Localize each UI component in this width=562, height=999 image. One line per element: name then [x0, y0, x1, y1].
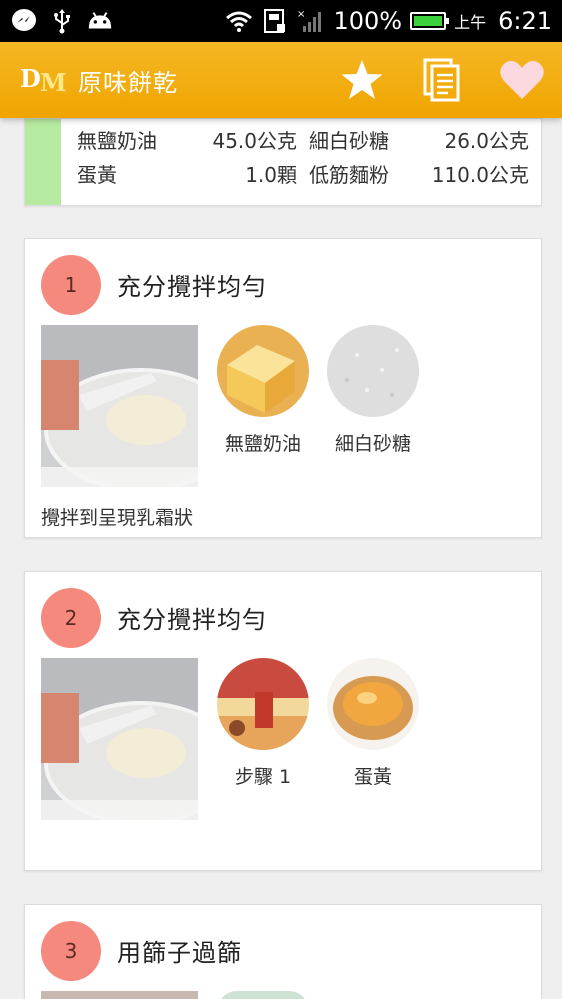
step-card-2[interactable]: 2 充分攪拌均勻 步驟 1 蛋黃	[24, 571, 542, 871]
ingredient-name: 蛋黃	[77, 162, 117, 187]
step-card-3[interactable]: 3 用篩子過篩	[24, 904, 542, 999]
ingredient-name: 細白砂糖	[309, 128, 389, 153]
recipe-list-button[interactable]	[402, 42, 482, 118]
ingredient-amount: 45.0公克	[212, 128, 297, 153]
ingredient-row: 蛋黃 1.0顆 低筋麵粉 110.0公克	[77, 156, 529, 190]
android-icon	[86, 7, 114, 35]
step-title: 充分攪拌均勻	[117, 606, 267, 634]
ingredients-card: 無鹽奶油 45.0公克 細白砂糖 26.0公克 蛋黃 1.0顆 低筋麵粉 110…	[24, 118, 542, 206]
step-card-1[interactable]: 1 充分攪拌均勻 無鹽奶油 細白砂糖 攪拌到呈現乳霜狀	[24, 238, 542, 538]
item-thumb-sugar[interactable]	[327, 325, 419, 417]
app-bar: DM 原味餅乾	[0, 42, 562, 118]
ingredient-name: 低筋麵粉	[309, 162, 389, 187]
ingredients-accent	[25, 119, 61, 205]
signal-icon: ×	[297, 7, 325, 35]
item-thumb-butter[interactable]	[217, 325, 309, 417]
favorite-button[interactable]	[322, 42, 402, 118]
heart-icon	[500, 60, 544, 99]
ingredients-table: 無鹽奶油 45.0公克 細白砂糖 26.0公克 蛋黃 1.0顆 低筋麵粉 110…	[77, 122, 529, 190]
item-label: 步驟 1	[234, 766, 292, 788]
ingredient-name: 無鹽奶油	[77, 128, 157, 153]
app-logo[interactable]: DM	[18, 62, 68, 98]
item-thumb[interactable]	[217, 991, 309, 999]
step-description: 攪拌到呈現乳霜狀	[41, 507, 194, 529]
wifi-icon	[225, 7, 253, 35]
item-label: 蛋黃	[353, 766, 392, 788]
step-photo-mixing[interactable]	[41, 325, 198, 487]
step-title: 用篩子過篩	[117, 939, 242, 967]
step-photo-sieve[interactable]	[41, 991, 198, 999]
ingredient-row: 無鹽奶油 45.0公克 細白砂糖 26.0公克	[77, 122, 529, 156]
ingredient-amount: 110.0公克	[431, 162, 529, 187]
star-icon	[341, 60, 383, 99]
usb-icon	[48, 7, 76, 35]
step-number-badge: 3	[41, 921, 101, 981]
step-number-badge: 2	[41, 588, 101, 648]
battery-icon	[410, 12, 450, 30]
item-thumb-egg-yolk[interactable]	[327, 658, 419, 750]
document-list-icon	[423, 58, 460, 102]
battery-percent: 100%	[333, 7, 403, 35]
item-label: 細白砂糖	[334, 433, 411, 455]
status-bar: × 100% 上午 6:21	[0, 0, 562, 42]
sd-card-icon	[261, 7, 289, 35]
step-title: 充分攪拌均勻	[117, 273, 267, 301]
item-thumb-step-1[interactable]	[217, 658, 309, 750]
ingredient-amount: 26.0公克	[444, 128, 529, 153]
ingredient-amount: 1.0顆	[245, 162, 297, 187]
step-photo-mixing[interactable]	[41, 658, 198, 820]
svg-text:×: ×	[297, 9, 305, 20]
time-prefix: 上午	[454, 13, 487, 32]
page-title: 原味餅乾	[78, 68, 178, 97]
clock: 6:21	[498, 7, 552, 35]
messenger-icon	[10, 7, 38, 35]
step-number-badge: 1	[41, 255, 101, 315]
like-button[interactable]	[482, 42, 562, 118]
item-label: 無鹽奶油	[224, 433, 301, 455]
